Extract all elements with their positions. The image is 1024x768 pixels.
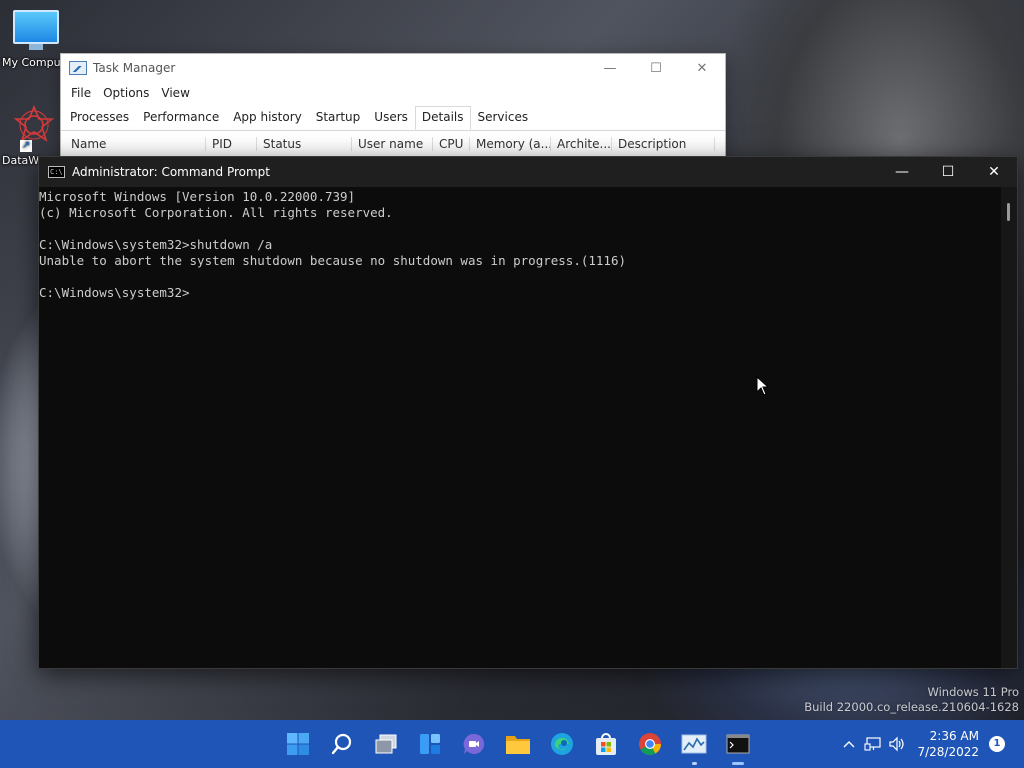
column-header-pid[interactable]: PID [206,137,257,151]
task-view-icon [375,734,397,754]
close-button[interactable]: ✕ [679,54,725,82]
tab-bar: Processes Performance App history Startu… [61,104,725,131]
column-header-name[interactable]: Name [65,137,206,151]
command-prompt-taskbar-button[interactable] [716,720,760,768]
column-header-cpu[interactable]: CPU [433,137,470,151]
watermark-edition: Windows 11 Pro [927,685,1019,699]
desktop-icon-my-computer[interactable]: My Compu [2,10,66,69]
task-manager-app-icon [69,61,87,75]
tab-processes[interactable]: Processes [63,105,136,130]
chrome-icon [639,733,661,755]
column-header-memory[interactable]: Memory (a... [470,137,551,151]
widgets-button[interactable] [408,720,452,768]
close-button[interactable]: ✕ [971,157,1017,187]
volume-icon[interactable] [885,736,909,752]
minimize-button[interactable]: — [879,157,925,187]
menu-view[interactable]: View [155,86,195,100]
notification-badge[interactable]: 1 [989,736,1005,752]
console-line: Microsoft Windows [Version 10.0.22000.73… [39,189,356,204]
task-view-button[interactable] [364,720,408,768]
edge-icon [551,733,573,755]
file-explorer-button[interactable] [496,720,540,768]
mouse-pointer-icon [756,376,770,396]
widgets-icon [420,734,440,754]
teams-chat-icon [463,733,485,754]
tab-details[interactable]: Details [414,106,471,130]
command-prompt-app-icon: C:\ [48,166,65,178]
system-tray: 2:36 AM 7/28/2022 1 [837,720,1024,768]
network-icon[interactable] [861,736,885,752]
tab-users[interactable]: Users [367,105,415,130]
clock[interactable]: 2:36 AM 7/28/2022 [917,728,979,760]
windows-watermark: Windows 11 Pro Build 22000.co_release.21… [804,685,1019,715]
console-line: (c) Microsoft Corporation. All rights re… [39,205,393,220]
command-prompt-icon [726,734,750,754]
watermark-build: Build 22000.co_release.210604-1628 [804,700,1019,714]
column-header-status[interactable]: Status [257,137,352,151]
dataw-app-icon: ↗ [12,104,56,152]
search-icon [331,733,352,755]
console-prompt-line[interactable]: C:\Windows\system32> [39,285,1001,301]
chrome-button[interactable] [628,720,672,768]
tab-performance[interactable]: Performance [136,105,226,130]
maximize-button[interactable]: ☐ [633,54,679,82]
window-title: Task Manager [93,61,176,75]
maximize-button[interactable]: ☐ [925,157,971,187]
search-button[interactable] [320,720,364,768]
file-explorer-icon [506,736,530,754]
column-header-user-name[interactable]: User name [352,137,433,151]
scrollbar-thumb[interactable] [1007,203,1010,221]
console-line: C:\Windows\system32>shutdown /a [39,237,273,252]
desktop-icon-label: My Compu [2,56,61,69]
teams-chat-button[interactable] [452,720,496,768]
console-line: Unable to abort the system shutdown beca… [39,253,626,268]
show-hidden-icons-chevron-icon[interactable] [837,739,861,749]
start-icon [287,733,309,755]
window-title: Administrator: Command Prompt [72,165,270,179]
console-output[interactable]: Microsoft Windows [Version 10.0.22000.73… [39,187,1001,668]
column-header-description[interactable]: Description [612,137,715,151]
command-prompt-titlebar[interactable]: C:\ Administrator: Command Prompt — ☐ ✕ [39,157,1017,187]
microsoft-store-icon [596,733,616,755]
vertical-scrollbar[interactable] [1001,187,1017,668]
computer-icon [13,10,59,50]
command-prompt-window[interactable]: C:\ Administrator: Command Prompt — ☐ ✕ … [38,156,1018,669]
taskbar: 2:36 AM 7/28/2022 1 [0,720,1024,768]
clock-date: 7/28/2022 [917,745,979,759]
tab-services[interactable]: Services [471,105,536,130]
details-column-headers: Name PID Status User name CPU Memory (a.… [61,131,725,151]
edge-button[interactable] [540,720,584,768]
task-manager-taskbar-button[interactable] [672,720,716,768]
shortcut-arrow-icon: ↗ [20,140,32,152]
microsoft-store-button[interactable] [584,720,628,768]
tab-app-history[interactable]: App history [226,105,309,130]
clock-time: 2:36 AM [929,729,979,743]
column-header-architecture[interactable]: Archite... [551,137,612,151]
menu-bar: File Options View [61,82,725,104]
tab-startup[interactable]: Startup [309,105,368,130]
start-button[interactable] [276,720,320,768]
menu-file[interactable]: File [65,86,97,100]
task-manager-titlebar[interactable]: Task Manager — ☐ ✕ [61,54,725,82]
minimize-button[interactable]: — [587,54,633,82]
menu-options[interactable]: Options [97,86,155,100]
task-manager-icon [681,734,707,754]
